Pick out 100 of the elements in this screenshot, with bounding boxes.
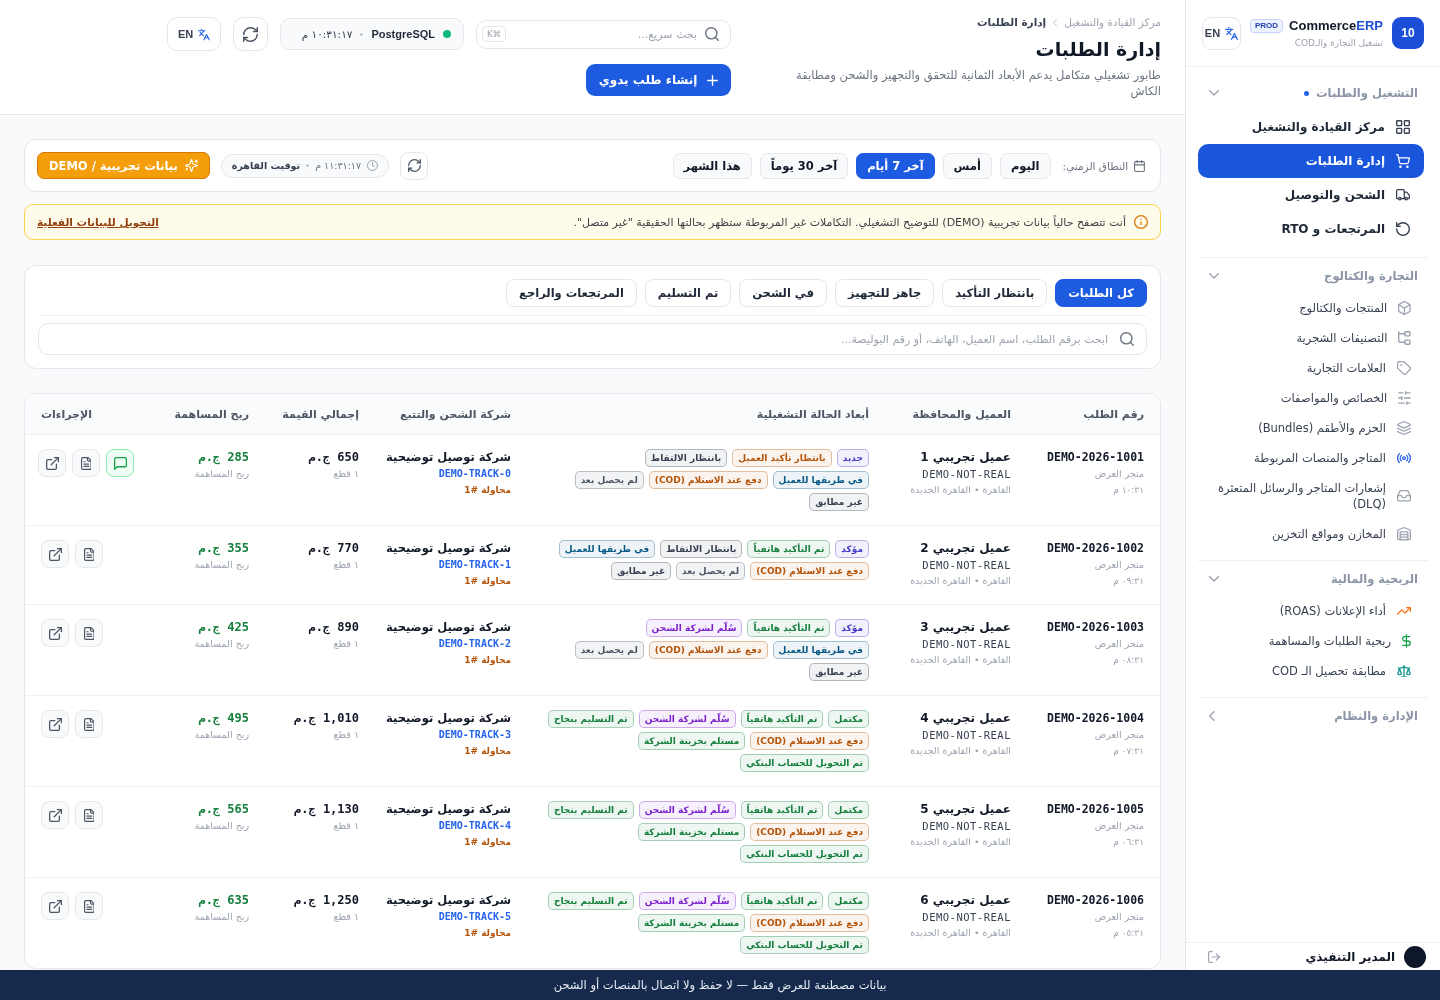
open-button[interactable] (38, 449, 66, 477)
search-icon (705, 27, 719, 41)
status-tag: غير مطابق (809, 663, 869, 681)
status-tab[interactable]: في الشحن (739, 279, 828, 307)
attempt-count: محاولة #1 (464, 745, 511, 758)
invoice-button[interactable] (75, 619, 103, 647)
nav-item[interactable]: إشعارات المتاجر والرسائل المتعثرة (DLQ) (1198, 473, 1424, 519)
profit-label: ربح المساهمة (194, 467, 249, 481)
tracking-number[interactable]: DEMO-TRACK-1 (438, 557, 511, 573)
invoice-button[interactable] (75, 892, 103, 920)
customer-location: القاهرة • القاهرة الجديدة (910, 653, 1011, 667)
customer-ref: DEMO-NOT-REAL (922, 637, 1011, 652)
refresh-button[interactable] (233, 17, 268, 51)
item-count: ١ قطع (333, 637, 359, 651)
nav-item[interactable]: الشحن والتوصيل (1198, 178, 1424, 212)
status-tag: بانتظار الالتقاط (644, 449, 728, 467)
customer-location: القاهرة • القاهرة الجديدة (910, 574, 1011, 588)
nav-item[interactable]: العلامات التجارية (1198, 353, 1424, 383)
sparkles-icon (184, 159, 198, 172)
nav-item[interactable]: أداء الإعلانات (ROAS) (1198, 596, 1424, 626)
tracking-number[interactable]: DEMO-TRACK-0 (438, 466, 511, 482)
calendar-icon (1134, 159, 1145, 172)
column-header: رقم الطلب (1082, 407, 1145, 421)
status-tag: سُلّم لشركة الشحن (645, 619, 743, 637)
open-button[interactable] (41, 710, 69, 738)
date-range-button[interactable]: آخر 7 أيام (856, 152, 935, 179)
invoice-button[interactable] (75, 540, 103, 568)
nav-item[interactable]: مطابقة تحصيل الـ COD (1198, 656, 1424, 686)
nav-item[interactable]: المرتجعات و RTO (1198, 212, 1424, 246)
nav-item[interactable]: التصنيفات الشجرية (1198, 323, 1424, 353)
nav-item[interactable]: ربحية الطلبات والمساهمة (1198, 626, 1424, 656)
carrier-name: شركة توصيل توضيحية (385, 892, 511, 909)
customer-ref: DEMO-NOT-REAL (922, 728, 1011, 743)
invoice-button[interactable] (75, 801, 103, 829)
nav-item[interactable]: المخازن ومواقع التخزين (1198, 519, 1424, 549)
date-range-button[interactable]: أمس (942, 152, 992, 179)
customer-name: عميل تجريبي 4 (920, 710, 1011, 727)
profit-label: ربح المساهمة (194, 637, 249, 651)
customer-location: القاهرة • القاهرة الجديدة (910, 744, 1011, 758)
customer-name: عميل تجريبي 5 (920, 801, 1011, 818)
nav-item[interactable]: إدارة الطلبات (1198, 144, 1424, 178)
invoice-button[interactable] (72, 449, 100, 477)
order-time: ٠٨:٣١ م (1113, 654, 1144, 667)
switch-data-link[interactable]: التحويل للبيانات الفعلية (37, 216, 159, 228)
item-count: ١ قطع (333, 467, 359, 481)
status-tag: غير مطابق (809, 493, 869, 511)
status-tag: في طريقها للعميل (772, 641, 869, 659)
status-tab[interactable]: بانتظار التأكيد (942, 279, 1048, 307)
nav-item[interactable]: الحزم والأطقم (Bundles) (1198, 413, 1424, 443)
status-tab[interactable]: تم التسليم (644, 279, 732, 307)
nav-item[interactable]: مركز القيادة والتشغيل (1198, 110, 1424, 144)
open-button[interactable] (41, 801, 69, 829)
profit-amount: 425 ج.م (198, 619, 249, 636)
status-tab[interactable]: جاهز للتجهيز (835, 279, 935, 307)
nav-item[interactable]: الخصائص والمواصفات (1198, 383, 1424, 413)
attempt-count: محاولة #1 (464, 927, 511, 940)
chat-button[interactable] (106, 449, 134, 477)
invoice-button[interactable] (75, 710, 103, 738)
item-count: ١ قطع (333, 910, 359, 924)
date-range-button[interactable]: آخر 30 يوماً (759, 152, 849, 179)
create-order-button[interactable]: إنشاء طلب يدوي (586, 64, 731, 96)
store-name: متجر العرض (1094, 819, 1144, 833)
tracking-number[interactable]: DEMO-TRACK-5 (438, 909, 511, 925)
customer-ref: DEMO-NOT-REAL (922, 558, 1011, 573)
inbox-icon (1397, 490, 1411, 502)
open-button[interactable] (41, 892, 69, 920)
document-icon (80, 456, 92, 470)
language-button[interactable]: EN (1202, 16, 1241, 50)
open-button[interactable] (41, 540, 69, 568)
attempt-count: محاولة #1 (464, 654, 511, 667)
tracking-number[interactable]: DEMO-TRACK-3 (438, 727, 511, 743)
order-total: 650 ج.م (308, 449, 359, 466)
attempt-count: محاولة #1 (464, 836, 511, 849)
tracking-number[interactable]: DEMO-TRACK-2 (438, 636, 511, 652)
profit-amount: 635 ج.م (198, 892, 249, 909)
user-name: المدير التنفيذي (1305, 949, 1395, 964)
nav-item[interactable]: المنتجات والكتالوج (1198, 293, 1424, 323)
date-range-button[interactable]: اليوم (999, 152, 1051, 179)
timezone-label: توقيت القاهرة (231, 160, 301, 171)
carrier-name: شركة توصيل توضيحية (385, 449, 511, 466)
language-button[interactable]: EN (167, 17, 221, 51)
avatar-icon (1404, 945, 1426, 968)
status-tag: مكتمل (828, 801, 869, 819)
open-button[interactable] (41, 619, 69, 647)
date-range-button[interactable]: هذا الشهر (672, 152, 752, 179)
status-tab[interactable]: كل الطلبات (1055, 279, 1147, 307)
sliders-icon (1398, 391, 1411, 405)
document-icon (83, 717, 95, 731)
status-tab[interactable]: المرتجعات والراجع (506, 279, 637, 307)
status-tag: غير مطابق (611, 562, 672, 580)
order-time: ٠٦:٣١ م (1113, 836, 1144, 849)
clock-time: ١١:٣١:١٧ م (315, 160, 362, 171)
chevron-left-icon (1053, 18, 1058, 26)
refresh-button[interactable] (400, 151, 429, 180)
tracking-number[interactable]: DEMO-TRACK-4 (438, 818, 511, 834)
status-tag: تم التأكيد هاتفياً (740, 892, 824, 910)
environment-badge: PROD (1249, 18, 1284, 33)
plus-icon (707, 74, 719, 86)
nav-item[interactable]: المتاجر والمنصات المربوطة (1198, 443, 1424, 473)
customer-ref: DEMO-NOT-REAL (922, 819, 1011, 834)
